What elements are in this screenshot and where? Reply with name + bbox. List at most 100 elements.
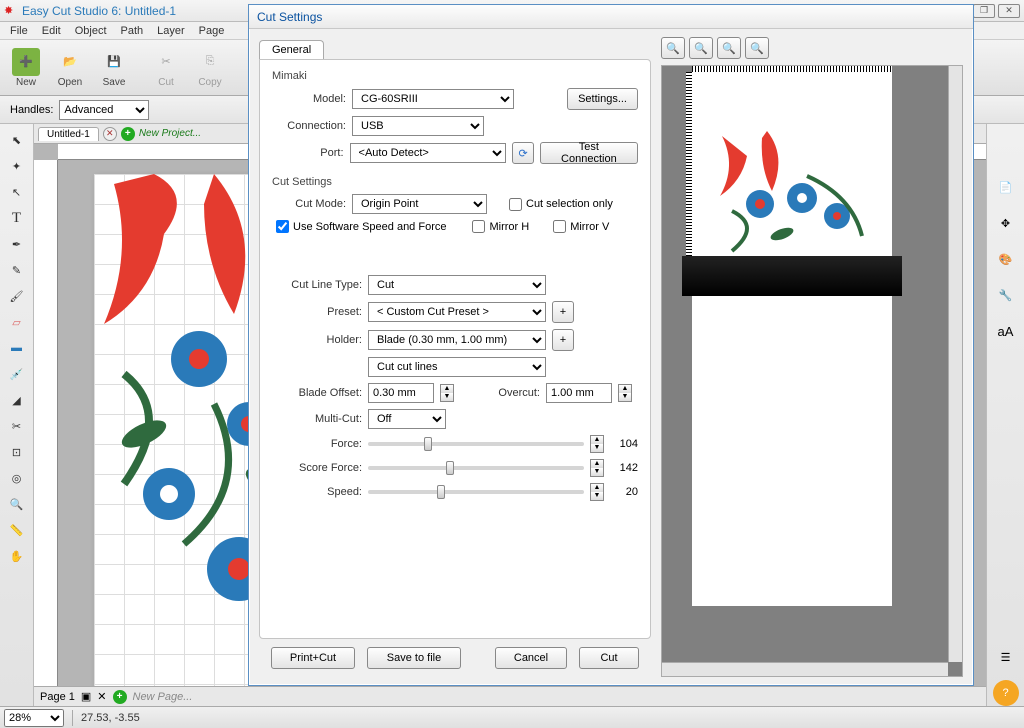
test-connection-button[interactable]: Test Connection: [540, 142, 638, 164]
model-select[interactable]: CG-60SRIII: [352, 89, 514, 109]
document-panel-icon[interactable]: 📄: [993, 174, 1019, 200]
holder-add-button[interactable]: +: [552, 329, 574, 351]
shape-tool[interactable]: ◎: [5, 466, 29, 490]
tab-add-icon[interactable]: +: [121, 127, 135, 141]
speed-slider[interactable]: [368, 490, 584, 494]
tab-new-label[interactable]: New Project...: [139, 128, 201, 139]
scoreforce-spinner[interactable]: ▲▼: [590, 459, 604, 477]
page-options-icon[interactable]: ▣: [81, 690, 91, 703]
zoom-select[interactable]: 28%: [4, 709, 64, 727]
tab-general[interactable]: General: [259, 40, 324, 59]
offset-input[interactable]: [368, 383, 434, 403]
preview-scrollbar-h[interactable]: [662, 662, 948, 676]
brush-tool[interactable]: 🖌: [5, 284, 29, 308]
menu-object[interactable]: Object: [69, 25, 113, 37]
text-tool[interactable]: T: [5, 206, 29, 230]
dialog-panel: Mimaki Model: CG-60SRIII Settings... Con…: [259, 59, 651, 639]
menu-layer[interactable]: Layer: [151, 25, 191, 37]
toolbar-save[interactable]: 💾Save: [92, 48, 136, 88]
linetype-select[interactable]: Cut: [368, 275, 546, 295]
status-bar: 28% 27.53, -3.55: [0, 706, 1024, 728]
offset-label: Blade Offset:: [272, 387, 362, 399]
page-close-icon[interactable]: ✕: [97, 690, 106, 703]
model-label: Model:: [272, 93, 346, 105]
cut-selection-checkbox[interactable]: Cut selection only: [509, 198, 613, 211]
menu-file[interactable]: File: [4, 25, 34, 37]
holder2-select[interactable]: Cut cut lines: [368, 357, 546, 377]
preset-label: Preset:: [272, 306, 362, 318]
node-tool[interactable]: ⊡: [5, 440, 29, 464]
cutmode-select[interactable]: Origin Point: [352, 194, 487, 214]
multicut-select[interactable]: Off: [368, 409, 446, 429]
tab-untitled[interactable]: Untitled-1: [38, 127, 99, 141]
toolbar-copy[interactable]: ⎘Copy: [188, 48, 232, 88]
menu-page[interactable]: Page: [193, 25, 231, 37]
savefile-button[interactable]: Save to file: [367, 647, 461, 669]
printcut-button[interactable]: Print+Cut: [271, 647, 355, 669]
zoom-in-button[interactable]: 🔍: [661, 37, 685, 59]
page-strip: Page 1 ▣ ✕ + New Page...: [34, 686, 986, 706]
port-select[interactable]: <Auto Detect>: [350, 143, 507, 163]
layers-panel-icon[interactable]: ☰: [993, 644, 1019, 670]
zoom-tool[interactable]: 🔍: [5, 492, 29, 516]
color-panel-icon[interactable]: 🎨: [993, 246, 1019, 272]
force-label: Force:: [272, 438, 362, 450]
gradient-tool[interactable]: ◢: [5, 388, 29, 412]
preset-add-button[interactable]: +: [552, 301, 574, 323]
refresh-port-button[interactable]: ⟳: [512, 142, 533, 164]
help-icon[interactable]: ?: [993, 680, 1019, 706]
toolbar-new[interactable]: ➕New: [4, 48, 48, 88]
force-slider[interactable]: [368, 442, 584, 446]
rect-tool[interactable]: ▬: [5, 336, 29, 360]
overcut-spinner[interactable]: ▲▼: [618, 384, 632, 402]
zoom-fit-icon: 🔍: [722, 42, 736, 55]
page-label[interactable]: Page 1: [40, 691, 75, 703]
pen-tool[interactable]: ✒: [5, 232, 29, 256]
scoreforce-slider[interactable]: [368, 466, 584, 470]
offset-spinner[interactable]: ▲▼: [440, 384, 454, 402]
holder-select[interactable]: Blade (0.30 mm, 1.00 mm): [368, 330, 546, 350]
ruler-tool[interactable]: 📏: [5, 518, 29, 542]
cut-preview[interactable]: [661, 65, 963, 677]
hand-tool[interactable]: ✋: [5, 544, 29, 568]
select-tool[interactable]: ⬉: [5, 128, 29, 152]
move-panel-icon[interactable]: ✥: [993, 210, 1019, 236]
eyedropper-tool[interactable]: 💉: [5, 362, 29, 386]
linetype-label: Cut Line Type:: [272, 279, 362, 291]
page-new-label[interactable]: New Page...: [133, 691, 193, 703]
pointer-tool[interactable]: ↖: [5, 180, 29, 204]
refresh-icon: ⟳: [518, 147, 527, 160]
eraser-tool[interactable]: ▱: [5, 310, 29, 334]
toolbar-open[interactable]: 📂Open: [48, 48, 92, 88]
settings-button[interactable]: Settings...: [567, 88, 638, 110]
text-panel-icon[interactable]: aA: [993, 318, 1019, 344]
edit-tool[interactable]: ✦: [5, 154, 29, 178]
tab-close-icon[interactable]: ✕: [103, 127, 117, 141]
connection-select[interactable]: USB: [352, 116, 484, 136]
zoom-sel-button[interactable]: 🔍: [745, 37, 769, 59]
handles-select[interactable]: Advanced: [59, 100, 149, 120]
use-software-speed-checkbox[interactable]: Use Software Speed and Force: [276, 220, 446, 233]
speed-spinner[interactable]: ▲▼: [590, 483, 604, 501]
toolbar-cut[interactable]: ✂Cut: [144, 48, 188, 88]
cancel-button[interactable]: Cancel: [495, 647, 567, 669]
menu-edit[interactable]: Edit: [36, 25, 67, 37]
zoom-out-button[interactable]: 🔍: [689, 37, 713, 59]
knife-tool[interactable]: ✂: [5, 414, 29, 438]
cut-button[interactable]: Cut: [579, 647, 639, 669]
preview-zoom-row: 🔍 🔍 🔍 🔍: [661, 37, 963, 61]
maximize-button[interactable]: ❐: [973, 4, 995, 18]
page-add-icon[interactable]: +: [113, 690, 127, 704]
force-spinner[interactable]: ▲▼: [590, 435, 604, 453]
preview-scrollbar-v[interactable]: [948, 66, 962, 662]
zoom-fit-button[interactable]: 🔍: [717, 37, 741, 59]
mirror-h-checkbox[interactable]: Mirror H: [472, 220, 529, 233]
overcut-input[interactable]: [546, 383, 612, 403]
pencil-tool[interactable]: ✎: [5, 258, 29, 282]
dialog-button-row: Print+Cut Save to file Cancel Cut: [259, 639, 651, 677]
close-button[interactable]: ✕: [998, 4, 1020, 18]
menu-path[interactable]: Path: [115, 25, 150, 37]
preset-select[interactable]: < Custom Cut Preset >: [368, 302, 546, 322]
settings-panel-icon[interactable]: 🔧: [993, 282, 1019, 308]
mirror-v-checkbox[interactable]: Mirror V: [553, 220, 609, 233]
